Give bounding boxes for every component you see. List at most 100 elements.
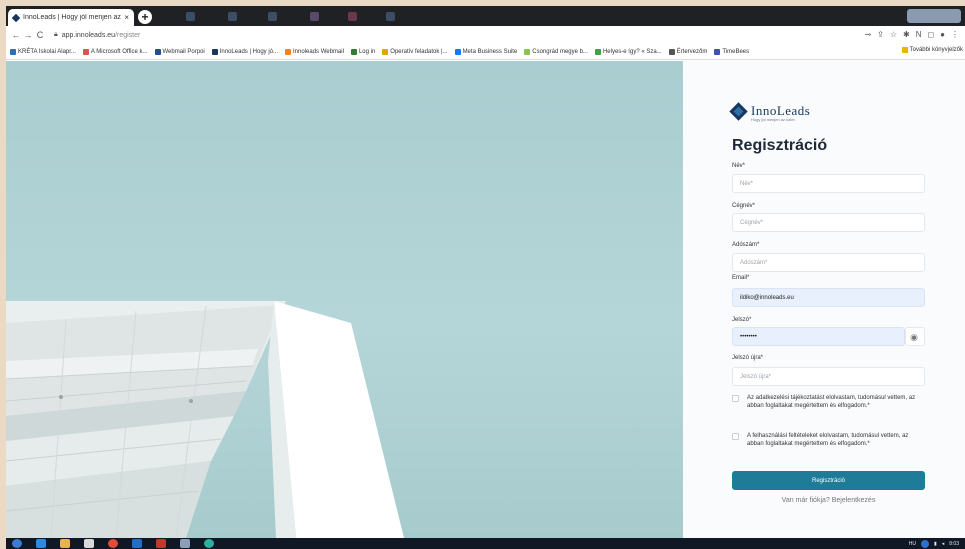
eye-icon: ◉: [910, 332, 918, 342]
outlook-icon[interactable]: [132, 539, 142, 548]
bookmark-item[interactable]: Innoleads Webmail: [285, 48, 344, 55]
bookmark-label: Webmail Porpoi: [162, 48, 205, 55]
bookmark-label: Log in: [358, 48, 376, 55]
new-tab-button[interactable]: +: [138, 10, 152, 24]
chrome-icon[interactable]: [108, 539, 118, 548]
email-input[interactable]: ildiko@innoleads.eu: [732, 288, 925, 307]
bookmark-item[interactable]: A Microsoft Office k...: [82, 48, 148, 55]
checkbox-icon[interactable]: [732, 395, 739, 402]
privacy-consent-text: Az adatkezelési tájékoztatást elolvastam…: [747, 395, 916, 409]
blurred-icon: [268, 12, 277, 21]
innoleads-logo: InnoLeads Hogy jól menjen az üzlet: [729, 101, 810, 122]
extension-icon[interactable]: ◻: [928, 30, 935, 39]
bookmarks-bar: KRÉTA Iskolai Alapr... A Microsoft Office…: [6, 44, 965, 60]
company-label: Cégnév*: [732, 203, 756, 209]
register-button[interactable]: Regisztráció: [732, 471, 925, 490]
system-tray: HU ▮ ◂ 8:03: [909, 538, 959, 549]
start-icon[interactable]: [12, 539, 22, 548]
bookmark-favicon-icon: [454, 48, 461, 55]
back-icon[interactable]: ←: [10, 30, 22, 40]
company-input[interactable]: Cégnév*: [732, 213, 925, 232]
menu-icon[interactable]: ⋮: [951, 30, 959, 39]
bookmark-item[interactable]: TimeBees: [714, 48, 750, 55]
login-link[interactable]: Van már fiókja? Bejelentkezés: [732, 497, 925, 504]
ie-icon[interactable]: [36, 539, 46, 548]
hero-image: [6, 61, 683, 538]
show-password-button[interactable]: ◉: [905, 327, 925, 346]
bookmark-item[interactable]: Helyes-e így? « Sza...: [594, 48, 662, 55]
bookmark-favicon-icon: [524, 48, 531, 55]
bookmark-label: A Microsoft Office k...: [90, 48, 148, 55]
bookmark-item[interactable]: InnoLeads | Hogy jó...: [211, 48, 279, 55]
folder-icon: [901, 47, 908, 53]
bookmark-favicon-icon: [10, 48, 16, 55]
page-title: Regisztráció: [732, 137, 828, 154]
bookmark-favicon-icon: [154, 48, 161, 55]
bookmark-favicon-icon: [285, 48, 292, 55]
browser-tab-strip: InnoLeads | Hogy jól menjen az ... × +: [6, 6, 965, 26]
close-tab-icon[interactable]: ×: [124, 13, 129, 22]
other-bookmarks[interactable]: További könyvjelzők: [901, 47, 963, 53]
privacy-consent-checkbox[interactable]: Az adatkezelési tájékoztatást elolvastam…: [732, 394, 925, 410]
bookmark-label: InnoLeads | Hogy jó...: [219, 48, 279, 55]
bookmark-favicon-icon: [594, 48, 601, 55]
bookmark-item[interactable]: Értervezőm: [668, 48, 708, 55]
bookmark-item[interactable]: Webmail Porpoi: [154, 48, 205, 55]
bookmark-favicon-icon: [350, 48, 357, 55]
browser-tab[interactable]: InnoLeads | Hogy jól menjen az ... ×: [8, 9, 134, 26]
bookmark-item[interactable]: KRÉTA Iskolai Alapr...: [10, 48, 76, 55]
app-icon[interactable]: [84, 539, 94, 548]
register-form-panel: InnoLeads Hogy jól menjen az üzlet Regis…: [683, 61, 965, 538]
folder-icon[interactable]: [60, 539, 70, 548]
name-label: Név*: [732, 163, 746, 169]
terms-consent-checkbox[interactable]: A felhasználási feltételeket elolvastam,…: [732, 432, 925, 448]
network-icon[interactable]: ▮: [934, 541, 937, 547]
key-icon[interactable]: ⊸: [864, 30, 871, 39]
bookmark-item[interactable]: Meta Business Suite: [454, 48, 518, 55]
bookmark-item[interactable]: Csongrád megye b...: [524, 48, 588, 55]
bookmark-label: Értervezőm: [676, 48, 708, 55]
bookmark-label: TimeBees: [722, 48, 750, 55]
bookmark-label: Meta Business Suite: [462, 48, 518, 55]
bookmark-favicon-icon: [82, 48, 89, 55]
other-bookmarks-label: További könyvjelzők: [909, 47, 963, 53]
help-icon[interactable]: [920, 539, 929, 548]
volume-icon[interactable]: ◂: [942, 541, 945, 547]
blurred-icon: [348, 12, 357, 21]
extension-icon[interactable]: N: [916, 30, 922, 39]
app-icon[interactable]: [180, 539, 190, 548]
bookmark-label: Csongrád megye b...: [532, 48, 588, 55]
brand-tagline: Hogy jól menjen az üzlet: [751, 117, 795, 122]
tax-number-label: Adószám*: [732, 242, 760, 248]
url-field[interactable]: app.innoleads.eu/register: [62, 32, 141, 39]
extension-icon[interactable]: ●: [940, 30, 945, 39]
clock[interactable]: 8:03: [949, 541, 959, 547]
blurred-icon: [186, 12, 195, 21]
password-label: Jelszó*: [732, 317, 752, 323]
star-icon[interactable]: ☆: [890, 30, 897, 39]
forward-icon[interactable]: →: [22, 30, 34, 40]
password-input[interactable]: ••••••••: [732, 327, 905, 346]
innoleads-favicon-icon: [11, 13, 21, 22]
logo-diamond-icon: [729, 101, 748, 121]
tax-number-input[interactable]: Adószám*: [732, 253, 925, 272]
lock-icon[interactable]: 🔒︎: [54, 31, 58, 39]
extension-icon[interactable]: ✱: [903, 30, 910, 39]
language-indicator[interactable]: HU: [909, 541, 916, 547]
share-icon[interactable]: ⇪: [877, 30, 884, 39]
edge-icon[interactable]: [204, 539, 214, 548]
password-repeat-label: Jelszó újra*: [732, 355, 764, 361]
screen: InnoLeads | Hogy jól menjen az ... × + ←…: [6, 6, 965, 549]
bookmark-label: KRÉTA Iskolai Alapr...: [18, 48, 76, 55]
bookmark-item[interactable]: Operatív feladatok |...: [382, 48, 448, 55]
building-illustration: [6, 301, 404, 538]
reload-icon[interactable]: C: [34, 30, 46, 40]
bookmark-item[interactable]: Log in: [350, 48, 376, 55]
checkbox-icon[interactable]: [732, 433, 739, 440]
terms-consent-text: A felhasználási feltételeket elolvastam,…: [747, 433, 909, 447]
bookmark-favicon-icon: [211, 48, 218, 55]
password-repeat-input[interactable]: Jelszó újra*: [732, 367, 925, 386]
window-controls[interactable]: [907, 9, 961, 23]
name-input[interactable]: Név*: [732, 174, 925, 193]
filezilla-icon[interactable]: [156, 539, 166, 548]
